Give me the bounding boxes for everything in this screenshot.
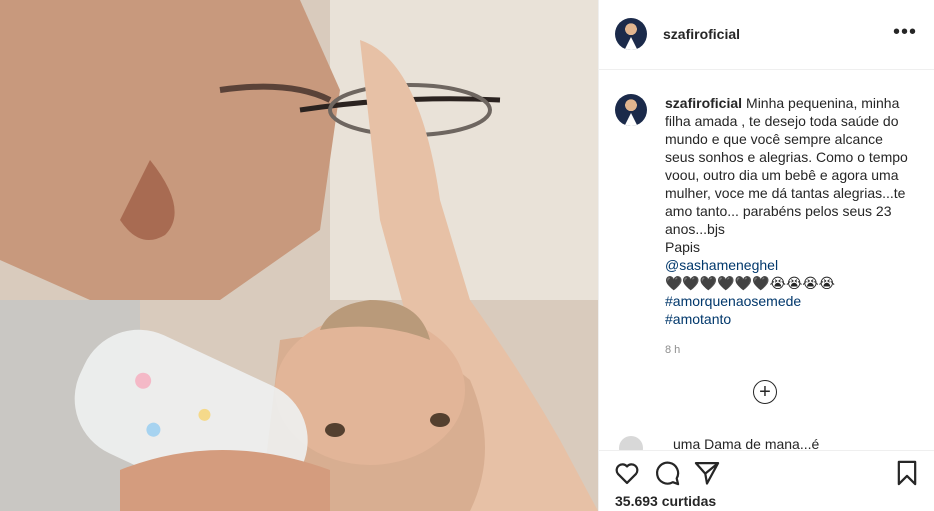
comment-bubble-icon[interactable] [653,459,681,487]
caption-line: voou, outro dia um bebê e agora uma [665,167,899,183]
caption-line: mulher, voce me dá tantas alegrias...te [665,185,906,201]
hashtag-link[interactable]: #amotanto [665,310,915,328]
post-actions-bar: 35.693 curtidas [599,450,934,511]
likes-count[interactable]: 35.693 curtidas [615,493,716,509]
post-photo[interactable] [0,0,598,511]
post-caption: szafiroficial Minha pequenina, minha filh… [665,94,915,328]
save-bookmark-icon[interactable] [893,459,921,487]
comment-text: uma Dama de mana...é [673,436,820,450]
caption-line: Minha pequenina, minha [746,95,900,111]
load-more-comments-button[interactable]: + [753,380,777,404]
caption-line: Papis [665,239,701,255]
next-comment-partial: uma Dama de mana...é [619,436,919,450]
hashtag-link[interactable]: #amorquenaosemede [665,292,915,310]
commenter-avatar[interactable] [619,436,643,450]
caption-line: mundo e que você sempre alcance [665,131,883,147]
post-timestamp[interactable]: 8 h [665,344,680,356]
caption-line: amo tanto... parabéns pelos seus 23 [665,203,892,219]
author-username[interactable]: szafiroficial [663,26,740,42]
more-options-icon[interactable]: ••• [893,22,917,42]
share-paper-plane-icon[interactable] [693,459,721,487]
caption-avatar[interactable] [615,94,647,126]
like-heart-icon[interactable] [613,459,641,487]
caption-line: filha amada , te desejo toda saúde do [665,113,899,129]
photo-illustration [0,0,598,511]
emoji-line: 🖤🖤🖤🖤🖤🖤😭😭😭😭 [665,275,836,291]
caption-line: seus sonhos e alegrias. Como o tempo [665,149,908,165]
plus-icon: + [759,381,771,403]
mention-link[interactable]: @sashameneghel [665,256,915,274]
comments-area[interactable]: szafiroficial Minha pequenina, minha filh… [599,70,934,450]
caption-username[interactable]: szafiroficial [665,95,742,111]
author-avatar[interactable] [615,18,647,50]
caption-line: anos...bjs [665,221,725,237]
post-header: szafiroficial ••• [599,0,934,70]
post-side-panel: szafiroficial ••• szafiroficial Minha peq… [598,0,934,511]
